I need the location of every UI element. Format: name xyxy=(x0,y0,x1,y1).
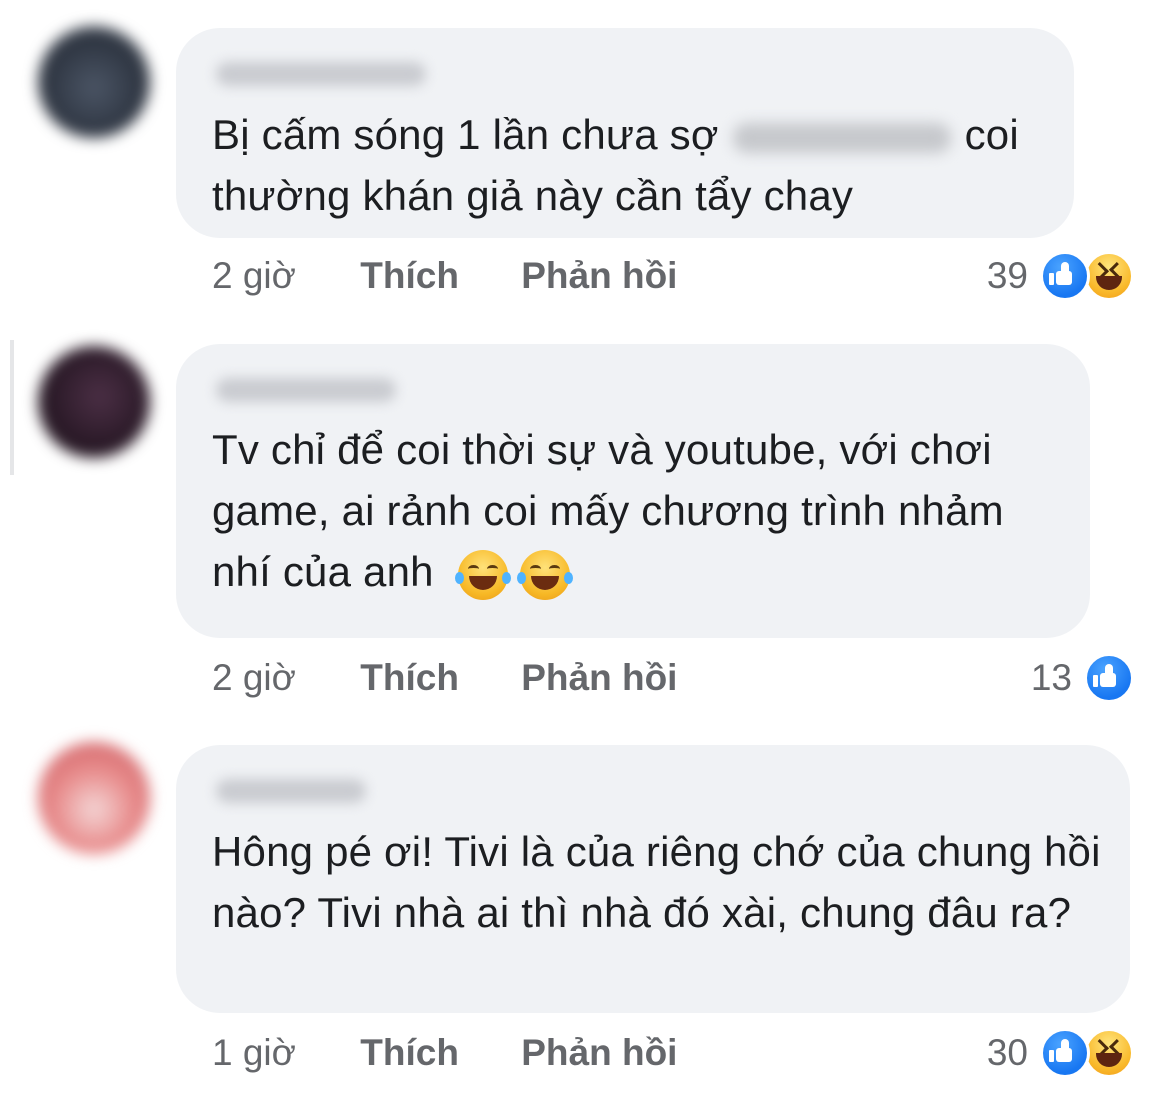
comment-text: Hông pé ơi! Tivi là của riêng chớ của ch… xyxy=(212,828,1101,936)
reaction-count: 39 xyxy=(986,255,1028,296)
comment-actions: 2 giờ Thích Phản hồi xyxy=(212,653,677,703)
like-button[interactable]: Thích xyxy=(360,251,459,301)
haha-icon xyxy=(1084,1028,1134,1078)
redacted-word xyxy=(732,122,951,153)
haha-icon xyxy=(1084,251,1134,301)
reaction-summary[interactable]: 13 xyxy=(1031,653,1134,703)
joy-emoji xyxy=(516,549,573,600)
thread-line xyxy=(10,340,14,475)
author-name-redacted[interactable] xyxy=(216,378,396,402)
author-name-redacted[interactable] xyxy=(216,779,366,803)
joy-emoji xyxy=(454,549,511,600)
like-button[interactable]: Thích xyxy=(360,1028,459,1078)
avatar[interactable] xyxy=(38,26,150,138)
avatar[interactable] xyxy=(38,346,150,458)
author-name-redacted[interactable] xyxy=(216,62,426,86)
like-icon xyxy=(1084,653,1134,703)
comment-actions: 1 giờ Thích Phản hồi xyxy=(212,1028,677,1078)
comment-time[interactable]: 2 giờ xyxy=(212,653,330,703)
like-icon xyxy=(1040,251,1090,301)
reply-button[interactable]: Phản hồi xyxy=(521,1028,677,1078)
comment-actions: 2 giờ Thích Phản hồi xyxy=(212,251,677,301)
avatar[interactable] xyxy=(38,742,150,854)
reaction-summary[interactable]: 39 xyxy=(987,251,1134,301)
reaction-summary[interactable]: 30 xyxy=(987,1028,1134,1078)
comment-bubble: Hông pé ơi! Tivi là của riêng chớ của ch… xyxy=(176,745,1130,1013)
comment-text: Tv chỉ để coi thời sự và youtube, với ch… xyxy=(212,419,1068,602)
like-icon xyxy=(1040,1028,1090,1078)
like-button[interactable]: Thích xyxy=(360,653,459,703)
comment-time[interactable]: 1 giờ xyxy=(212,1028,330,1078)
comment-bubble: Bị cấm sóng 1 lần chưa sợ coi thường khán… xyxy=(176,28,1074,238)
reply-button[interactable]: Phản hồi xyxy=(521,251,677,301)
reaction-count: 30 xyxy=(986,1032,1028,1073)
comment-text: Bị cấm sóng 1 lần chưa sợ coi thường khán… xyxy=(212,111,1019,219)
reaction-count: 13 xyxy=(1030,657,1072,698)
comment-time[interactable]: 2 giờ xyxy=(212,251,330,301)
reply-button[interactable]: Phản hồi xyxy=(521,653,677,703)
comment-bubble: Tv chỉ để coi thời sự và youtube, với ch… xyxy=(176,344,1090,638)
